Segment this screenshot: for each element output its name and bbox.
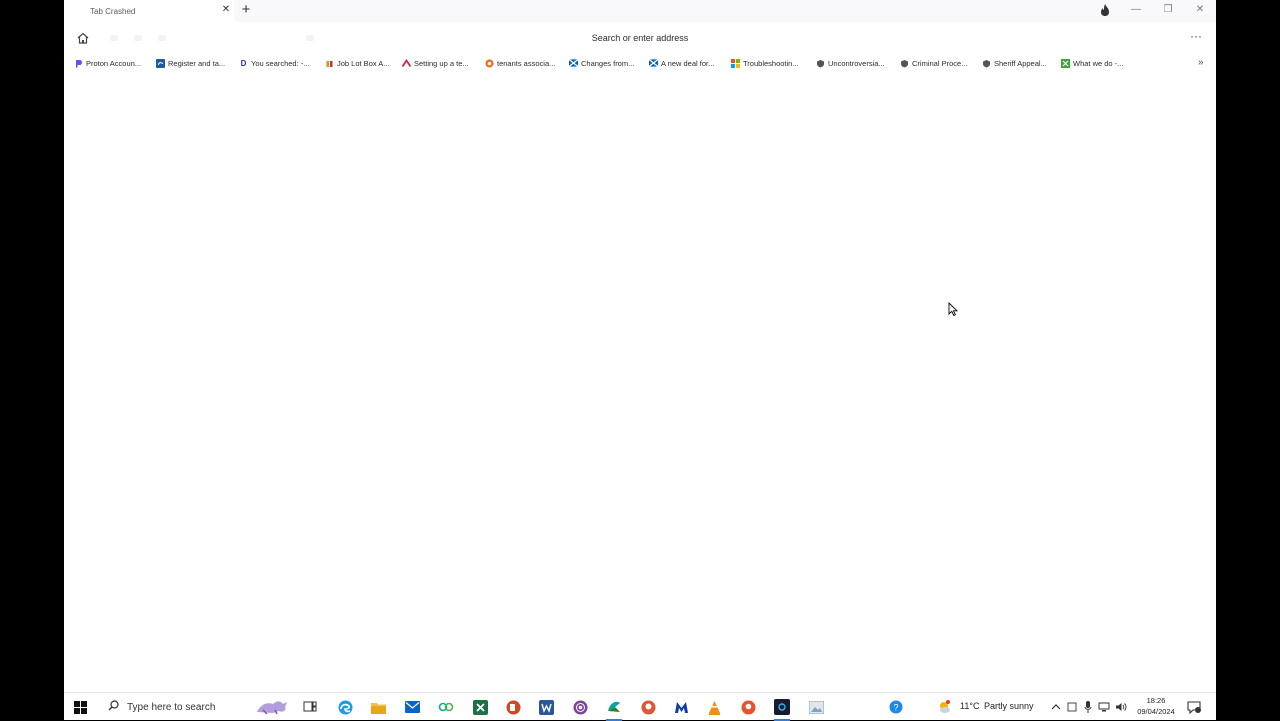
d-icon: D	[240, 58, 247, 68]
desktop: Tab Crashed ✕ + — ❐ ✕ Search or enter ad…	[0, 0, 1280, 721]
powerpoint-icon[interactable]	[505, 699, 521, 715]
bookmark-item[interactable]: Job Lot Box A...	[325, 56, 390, 70]
app-menu-icon[interactable]: ···	[1188, 30, 1204, 46]
network-icon[interactable]	[1098, 699, 1110, 715]
forward-icon[interactable]	[134, 35, 142, 41]
microsoft-icon	[731, 58, 740, 68]
bookmark-item[interactable]: Register and ta...	[156, 56, 225, 70]
duckduckgo-alt-icon[interactable]	[740, 699, 756, 715]
word-icon[interactable]	[538, 699, 554, 715]
mail-icon[interactable]	[404, 699, 420, 715]
taskbar: Type here to search ? 11°C Partly sunny …	[64, 692, 1216, 721]
bookmark-item[interactable]: Setting up a te...	[402, 56, 469, 70]
bookmarks-bar: Proton Accoun... Register and ta... D Yo…	[64, 54, 1216, 72]
taskbar-clock[interactable]: 18:26 09/04/2024	[1132, 695, 1180, 717]
tab-title: Tab Crashed	[90, 6, 136, 16]
bookmark-item[interactable]: Proton Accoun...	[74, 56, 141, 70]
close-window-button[interactable]: ✕	[1190, 2, 1210, 18]
reload-icon[interactable]	[158, 35, 166, 41]
saltire-icon	[569, 59, 578, 68]
address-bar[interactable]: Search or enter address	[504, 30, 776, 46]
page-info-icon[interactable]	[306, 35, 314, 41]
tray-app-icon[interactable]	[1066, 699, 1078, 715]
bookmark-item[interactable]: Changes from...	[569, 56, 634, 70]
bookmark-item[interactable]: What we do -...	[1061, 56, 1123, 70]
bookmark-item[interactable]: Troubleshootin...	[731, 56, 799, 70]
bookmark-item[interactable]: Criminal Proce...	[900, 56, 967, 70]
search-icon	[108, 698, 119, 716]
tab-strip: Tab Crashed ✕ + — ❐ ✕	[64, 0, 1216, 22]
terminal-app-icon[interactable]	[774, 699, 790, 721]
browser-window: Tab Crashed ✕ + — ❐ ✕ Search or enter ad…	[64, 0, 1216, 692]
bookmark-item[interactable]: Uncontroversia...	[816, 56, 885, 70]
task-view-icon[interactable]	[302, 699, 318, 715]
register-icon	[156, 58, 165, 68]
bookmark-item[interactable]: Sheriff Appeal...	[982, 56, 1047, 70]
microphone-icon[interactable]	[1082, 699, 1094, 715]
help-icon[interactable]: ?	[888, 699, 904, 715]
minimize-button[interactable]: —	[1126, 2, 1146, 18]
malwarebytes-icon[interactable]	[673, 699, 689, 715]
home-icon[interactable]	[76, 31, 90, 45]
volume-icon[interactable]	[1115, 699, 1127, 715]
tab-crashed[interactable]: Tab Crashed ✕	[64, 0, 234, 22]
search-placeholder: Type here to search	[127, 701, 216, 713]
image-viewer-icon[interactable]	[808, 699, 824, 715]
green-x-icon	[1061, 58, 1070, 68]
excel-icon[interactable]	[472, 699, 488, 715]
bookmark-item[interactable]: D You searched: -...	[239, 56, 310, 70]
weather-temp[interactable]: 11°C	[960, 701, 979, 711]
shop-icon	[325, 59, 334, 68]
tray-chevron-up-icon[interactable]	[1050, 699, 1062, 715]
page-content-blank	[64, 74, 1216, 692]
weather-condition[interactable]: Partly sunny	[984, 701, 1034, 711]
back-icon[interactable]	[110, 35, 118, 41]
restore-button[interactable]: ❐	[1158, 2, 1178, 18]
windows-start-icon[interactable]	[72, 699, 88, 715]
vlc-icon[interactable]	[706, 699, 722, 715]
file-explorer-icon[interactable]	[370, 699, 386, 715]
duckduckgo-icon[interactable]	[640, 699, 656, 715]
new-tab-button[interactable]: +	[238, 2, 254, 18]
orange-circle-icon	[485, 59, 494, 68]
link-app-icon[interactable]	[438, 699, 454, 715]
weather-icon	[936, 699, 952, 715]
saltire-icon	[649, 59, 658, 68]
navigation-bar: Search or enter address ···	[64, 26, 1216, 50]
gray-shield-icon	[900, 59, 909, 68]
edge-icon[interactable]	[337, 699, 353, 715]
clock-time: 18:26	[1146, 696, 1166, 705]
svg-text:?: ?	[893, 703, 898, 713]
clock-date: 09/04/2024	[1137, 707, 1175, 716]
browser-taskbar-icon[interactable]	[606, 699, 622, 721]
search-highlight-unicorn-icon[interactable]	[252, 699, 292, 715]
tab-close-icon[interactable]: ✕	[220, 4, 232, 16]
bookmark-item[interactable]: A new deal for...	[649, 56, 714, 70]
bookmarks-overflow-icon[interactable]: »	[1198, 56, 1210, 70]
bookmark-item[interactable]: tenants associa...	[485, 56, 555, 70]
proton-icon	[74, 59, 83, 68]
gray-shield-icon	[982, 59, 991, 68]
red-caret-icon	[402, 58, 411, 68]
tor-browser-icon[interactable]	[572, 699, 588, 715]
mouse-cursor-icon	[948, 301, 959, 317]
fire-icon[interactable]	[1098, 3, 1112, 17]
gray-shield-icon	[816, 59, 825, 68]
notifications-icon[interactable]	[1186, 699, 1202, 715]
